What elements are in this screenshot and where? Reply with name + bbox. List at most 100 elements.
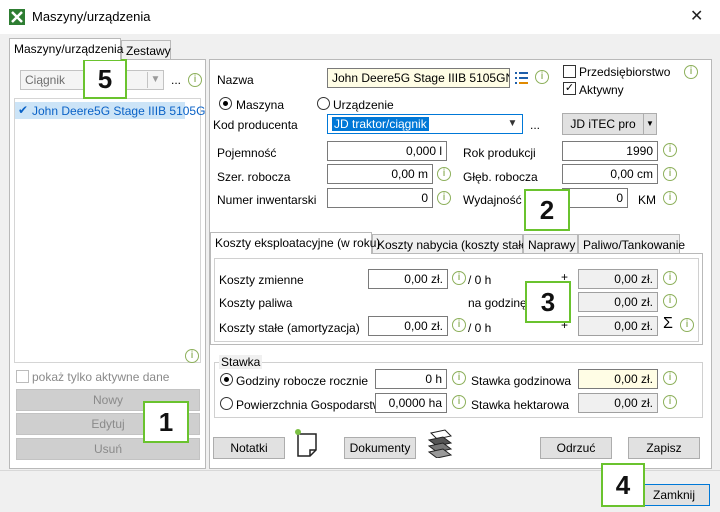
save-button[interactable]: Zapisz bbox=[628, 437, 700, 459]
close-icon[interactable]: ✕ bbox=[690, 6, 703, 26]
info-icon[interactable]: i bbox=[535, 70, 549, 84]
documents-icon[interactable] bbox=[425, 428, 455, 458]
window-title: Maszyny/urządzenia bbox=[32, 9, 151, 24]
enterprise-checkbox[interactable] bbox=[563, 65, 576, 78]
info-icon[interactable]: i bbox=[437, 167, 451, 181]
name-label: Nazwa bbox=[217, 73, 254, 87]
width-input[interactable]: 0,00 m bbox=[327, 164, 433, 184]
device-radio[interactable] bbox=[317, 97, 330, 110]
callout-badge: 3 bbox=[525, 281, 571, 323]
hectare-rate-label: Stawka hektarowa bbox=[471, 398, 570, 412]
hectare-rate-total: 0,00 zł. bbox=[578, 393, 658, 413]
name-input[interactable]: John Deere5G Stage IIIB 5105GN bbox=[327, 68, 510, 88]
info-icon[interactable]: i bbox=[684, 65, 698, 79]
fuel-cost-total: 0,00 zł. bbox=[578, 292, 658, 312]
producer-more-button[interactable]: ... bbox=[530, 118, 540, 132]
year-input[interactable]: 1990 bbox=[562, 141, 658, 161]
hourly-rate-label: Stawka godzinowa bbox=[471, 374, 572, 388]
discard-button[interactable]: Odrzuć bbox=[540, 437, 612, 459]
active-label: Aktywny bbox=[579, 83, 624, 97]
efficiency-label: Wydajność bbox=[463, 193, 522, 207]
fuel-cost-label: Koszty paliwa bbox=[219, 296, 293, 310]
inventory-input[interactable]: 0 bbox=[327, 188, 433, 208]
callout-badge: 2 bbox=[524, 189, 570, 231]
machine-radio[interactable] bbox=[219, 97, 232, 110]
info-icon[interactable]: i bbox=[663, 294, 677, 308]
depth-input[interactable]: 0,00 cm bbox=[562, 164, 658, 184]
capacity-label: Pojemność bbox=[217, 146, 277, 160]
chevron-down-icon[interactable]: ▼ bbox=[643, 113, 657, 135]
enterprise-label: Przedsiębiorstwo bbox=[579, 65, 671, 79]
hourly-rate-input[interactable]: 0,00 zł. bbox=[578, 369, 658, 389]
filter-more-button[interactable]: ... bbox=[171, 73, 181, 87]
info-icon[interactable]: i bbox=[663, 143, 677, 157]
check-icon: ✔ bbox=[18, 103, 29, 117]
inventory-label: Numer inwentarski bbox=[217, 193, 317, 207]
area-input[interactable]: 0,0000 ha bbox=[375, 393, 447, 413]
chevron-down-icon[interactable]: ▼ bbox=[147, 72, 163, 88]
sum-icon[interactable]: Σ bbox=[663, 315, 673, 333]
note-icon[interactable] bbox=[293, 428, 321, 458]
area-radio[interactable] bbox=[220, 397, 233, 410]
info-icon[interactable]: i bbox=[663, 271, 677, 285]
fixed-cost-label: Koszty stałe (amortyzacja) bbox=[219, 321, 360, 335]
tab-fuel[interactable]: Paliwo/Tankowanie bbox=[578, 234, 685, 254]
documents-button[interactable]: Dokumenty bbox=[344, 437, 416, 459]
only-active-checkbox[interactable] bbox=[16, 370, 29, 383]
active-checkbox[interactable]: ✓ bbox=[563, 82, 576, 95]
fixed-per-hours: / 0 h bbox=[468, 321, 492, 335]
area-label: Powierzchnia Gospodarstwo bbox=[236, 398, 389, 412]
info-icon[interactable]: i bbox=[452, 271, 466, 285]
hours-label: Godziny robocze rocznie bbox=[236, 374, 369, 388]
producer-label: Kod producenta bbox=[213, 118, 298, 132]
variable-cost-label: Koszty zmienne bbox=[219, 273, 304, 287]
tab-sets[interactable]: Zestawy bbox=[121, 40, 171, 60]
chevron-down-icon[interactable]: ▼ bbox=[504, 116, 521, 132]
depth-label: Głęb. robocza bbox=[463, 170, 538, 184]
hours-radio[interactable] bbox=[220, 373, 233, 386]
tab-machines[interactable]: Maszyny/urządzenia bbox=[9, 38, 123, 60]
tab-repairs[interactable]: Naprawy bbox=[523, 234, 578, 254]
info-icon[interactable]: i bbox=[663, 167, 677, 181]
list-item[interactable]: ✔ John Deere5G Stage IIIB 5105G bbox=[15, 102, 205, 119]
callout-badge: 5 bbox=[83, 59, 127, 99]
width-label: Szer. robocza bbox=[217, 170, 291, 184]
info-icon[interactable]: i bbox=[663, 395, 677, 409]
info-icon[interactable]: i bbox=[185, 349, 199, 363]
machine-list bbox=[14, 98, 201, 363]
info-icon[interactable]: i bbox=[452, 395, 466, 409]
app-icon bbox=[9, 9, 25, 25]
only-active-label: pokaż tylko aktywne dane bbox=[32, 370, 170, 384]
info-icon[interactable]: i bbox=[663, 191, 677, 205]
fixed-cost-total: 0,00 zł. bbox=[578, 316, 658, 336]
tab-acquisition-costs[interactable]: Koszty nabycia (koszty stałe) bbox=[372, 234, 532, 254]
per-hour-label: na godzinę bbox=[468, 296, 527, 310]
callout-badge: 1 bbox=[143, 401, 189, 443]
info-icon[interactable]: i bbox=[437, 191, 451, 205]
close-button[interactable]: Zamknij bbox=[638, 484, 710, 506]
fixed-cost-input[interactable]: 0,00 zł. bbox=[368, 316, 448, 336]
variable-cost-input[interactable]: 0,00 zł. bbox=[368, 269, 448, 289]
filter-value: Ciągnik bbox=[25, 73, 66, 87]
capacity-input[interactable]: 0,000 l bbox=[327, 141, 447, 161]
efficiency-input[interactable]: 0 bbox=[562, 188, 628, 208]
tab-operating-costs[interactable]: Koszty eksploatacyjne (w roku) bbox=[210, 232, 380, 254]
producer-value: JD traktor/ciągnik bbox=[332, 117, 429, 131]
jd-itec-button[interactable]: JD iTEC pro bbox=[562, 113, 644, 135]
year-label: Rok produkcji bbox=[463, 146, 536, 160]
efficiency-unit: KM bbox=[638, 193, 656, 207]
variable-per-hours: / 0 h bbox=[468, 273, 492, 287]
device-radio-label: Urządzenie bbox=[333, 98, 394, 112]
info-icon[interactable]: i bbox=[452, 318, 466, 332]
hours-input[interactable]: 0 h bbox=[375, 369, 447, 389]
info-icon[interactable]: i bbox=[188, 73, 202, 87]
callout-badge: 4 bbox=[601, 463, 645, 507]
list-edit-icon[interactable] bbox=[514, 70, 530, 86]
producer-select[interactable]: JD traktor/ciągnik bbox=[327, 114, 523, 134]
info-icon[interactable]: i bbox=[680, 318, 694, 332]
machine-radio-label: Maszyna bbox=[236, 98, 285, 112]
list-item-label: John Deere5G Stage IIIB 5105G bbox=[32, 104, 206, 118]
info-icon[interactable]: i bbox=[452, 371, 466, 385]
notes-button[interactable]: Notatki bbox=[213, 437, 285, 459]
info-icon[interactable]: i bbox=[663, 371, 677, 385]
